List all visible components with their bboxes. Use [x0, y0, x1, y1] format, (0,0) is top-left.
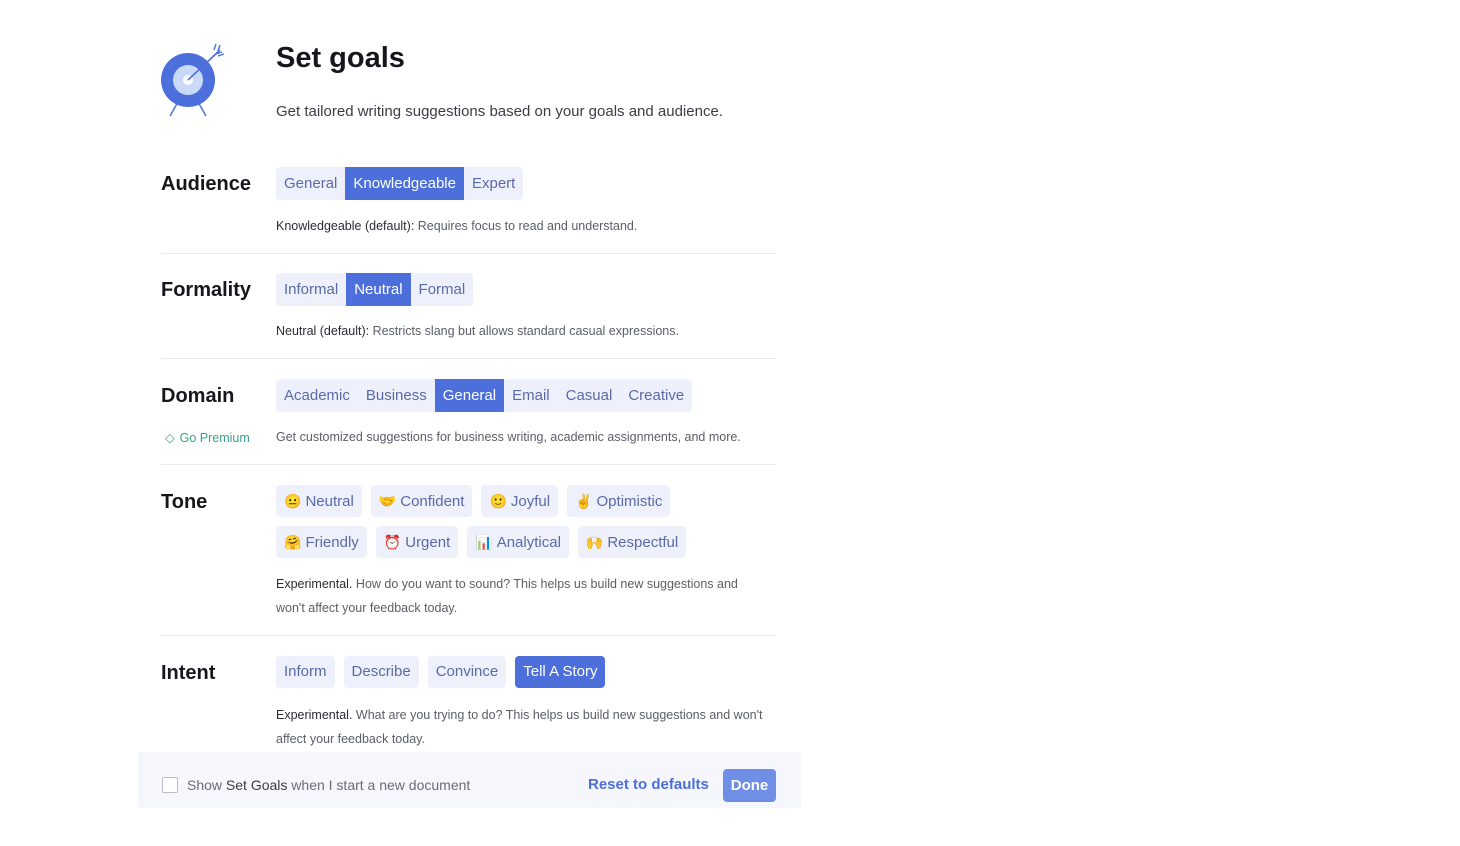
tone-label: Tone — [161, 491, 208, 513]
domain-option-creative[interactable]: Creative — [620, 379, 692, 412]
intent-selector: Inform Describe Convince Tell A Story — [276, 656, 606, 688]
tone-chip-analytical[interactable]: 📊 Analytical — [467, 526, 569, 558]
smile-icon: 🙂 — [489, 493, 507, 509]
tone-desc-bold: Experimental. — [276, 577, 353, 591]
audience-option-general[interactable]: General — [276, 167, 345, 200]
show-set-goals-checkbox[interactable] — [162, 777, 178, 793]
intent-option-describe[interactable]: Describe — [343, 656, 419, 688]
tone-chip-label: Confident — [400, 493, 465, 510]
audience-desc-bold: Knowledgeable (default): — [276, 219, 415, 233]
handshake-icon: 🤝 — [378, 493, 397, 509]
tone-chip-respectful[interactable]: 🙌 Respectful — [577, 526, 687, 558]
tone-chip-label: Neutral — [305, 493, 354, 510]
show-set-goals-label[interactable]: Show Set Goals when I start a new docume… — [187, 777, 470, 793]
audience-selector: General Knowledgeable Expert — [276, 167, 524, 200]
intent-description: Experimental. What are you trying to do?… — [276, 703, 766, 751]
tone-chip-label: Friendly — [305, 534, 359, 551]
raised-hands-icon: 🙌 — [585, 534, 604, 550]
tone-description: Experimental. How do you want to sound? … — [276, 572, 766, 620]
tone-chip-label: Analytical — [496, 534, 561, 551]
intent-label: Intent — [161, 662, 216, 684]
audience-label: Audience — [161, 173, 252, 195]
tone-chip-label: Respectful — [607, 534, 679, 551]
tone-chip-confident[interactable]: 🤝 Confident — [370, 485, 473, 517]
formality-desc-bold: Neutral (default): — [276, 324, 370, 338]
diamond-icon: ◇ — [165, 431, 175, 445]
page-subtitle: Get tailored writing suggestions based o… — [276, 103, 723, 120]
neutral-face-icon: 😐 — [284, 493, 302, 509]
audience-description: Knowledgeable (default): Requires focus … — [276, 214, 776, 238]
bar-chart-icon: 📊 — [475, 534, 493, 550]
domain-selector: Academic Business General Email Casual C… — [276, 379, 693, 412]
divider — [161, 464, 776, 465]
checkbox-text-bold: Set Goals — [225, 777, 288, 793]
tone-chip-friendly[interactable]: 🤗 Friendly — [276, 526, 367, 558]
tone-chip-neutral[interactable]: 😐 Neutral — [276, 485, 362, 517]
domain-option-academic[interactable]: Academic — [276, 379, 358, 412]
intent-option-convince[interactable]: Convince — [427, 656, 507, 688]
reset-to-defaults-button[interactable]: Reset to defaults — [588, 776, 709, 793]
domain-description: Get customized suggestions for business … — [276, 430, 741, 444]
formality-option-formal[interactable]: Formal — [411, 273, 474, 306]
intent-option-inform[interactable]: Inform — [276, 656, 335, 688]
formality-description: Neutral (default): Restricts slang but a… — [276, 319, 776, 343]
go-premium-link[interactable]: ◇ Go Premium — [165, 430, 250, 445]
intent-desc-bold: Experimental. — [276, 708, 353, 722]
intent-option-tell-a-story[interactable]: Tell A Story — [515, 656, 606, 688]
checkbox-text-pre: Show — [187, 777, 226, 793]
tone-chip-joyful[interactable]: 🙂 Joyful — [481, 485, 559, 517]
domain-option-business[interactable]: Business — [358, 379, 435, 412]
formality-desc-text: Restricts slang but allows standard casu… — [369, 324, 679, 338]
audience-desc-text: Requires focus to read and understand. — [414, 219, 638, 233]
tone-chip-label: Joyful — [510, 493, 551, 510]
done-button[interactable]: Done — [723, 769, 776, 802]
domain-option-general[interactable]: General — [434, 379, 505, 412]
divider — [161, 253, 776, 254]
tone-chip-label: Optimistic — [596, 493, 663, 510]
hugging-face-icon: 🤗 — [284, 534, 302, 550]
alarm-clock-icon: ⏰ — [383, 534, 402, 550]
audience-option-expert[interactable]: Expert — [464, 167, 523, 200]
domain-option-casual[interactable]: Casual — [558, 379, 621, 412]
formality-selector: Informal Neutral Formal — [276, 273, 474, 306]
divider — [161, 358, 776, 359]
tone-chip-optimistic[interactable]: ✌️ Optimistic — [567, 485, 671, 517]
tone-row-1: 😐 Neutral 🤝 Confident 🙂 Joyful ✌️ Optimistic — [276, 485, 671, 517]
tone-row-2: 🤗 Friendly ⏰ Urgent 📊 Analytical 🙌 Respectfu… — [276, 526, 687, 558]
tone-chip-label: Urgent — [405, 534, 451, 551]
formality-label: Formality — [161, 279, 252, 301]
formality-option-informal[interactable]: Informal — [276, 273, 346, 306]
domain-option-email[interactable]: Email — [504, 379, 558, 412]
target-logo-icon — [158, 42, 228, 123]
formality-option-neutral[interactable]: Neutral — [346, 273, 411, 306]
go-premium-label: Go Premium — [179, 431, 250, 445]
domain-label: Domain — [161, 385, 235, 407]
victory-hand-icon: ✌️ — [575, 493, 593, 509]
page-title: Set goals — [276, 42, 405, 74]
divider — [161, 635, 776, 636]
audience-option-knowledgeable[interactable]: Knowledgeable — [345, 167, 464, 200]
tone-chip-urgent[interactable]: ⏰ Urgent — [375, 526, 459, 558]
checkbox-text-post: when I start a new document — [287, 777, 471, 793]
